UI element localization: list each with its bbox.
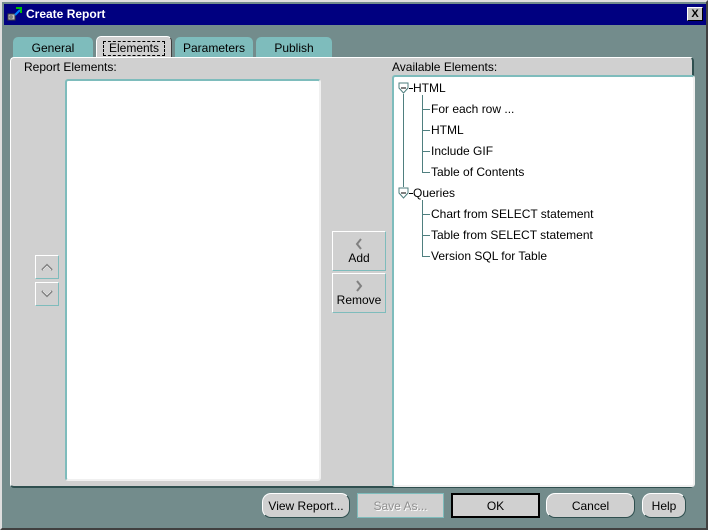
tree-node[interactable]: For each row ... [431, 102, 514, 116]
available-elements-label: Available Elements: [392, 60, 498, 74]
add-button[interactable]: Add [332, 231, 386, 271]
chevron-up-icon [41, 263, 53, 271]
chevron-right-icon [356, 279, 363, 292]
remove-button[interactable]: Remove [332, 273, 386, 313]
cancel-label: Cancel [571, 498, 610, 513]
tree-node[interactable]: Table of Contents [431, 165, 524, 179]
tools-icon [7, 7, 23, 22]
tab-label: General [31, 41, 75, 55]
save-as-label: Save As... [373, 498, 428, 513]
tree-node[interactable]: Chart from SELECT statement [431, 207, 594, 221]
chevron-down-icon [41, 290, 53, 298]
title-bar: Create Report X [4, 4, 706, 25]
tree-node-html-group[interactable]: HTML [413, 81, 446, 95]
tab-label: Elements [102, 41, 166, 56]
ok-label: OK [486, 498, 505, 513]
move-up-button[interactable] [35, 255, 59, 279]
remove-label: Remove [336, 292, 382, 307]
tree-node[interactable]: Table from SELECT statement [431, 228, 593, 242]
available-elements-tree[interactable]: HTML For each row ... HTML Include GIF T… [392, 75, 695, 487]
tree-node-queries-group[interactable]: Queries [413, 186, 455, 200]
close-icon: X [691, 7, 699, 20]
chevron-left-icon [355, 237, 362, 250]
report-elements-list[interactable] [65, 79, 321, 481]
tree-node[interactable]: HTML [431, 123, 464, 137]
help-button[interactable]: Help [642, 493, 686, 518]
tab-parameters[interactable]: Parameters [175, 37, 253, 59]
report-elements-label: Report Elements: [24, 60, 117, 74]
help-label: Help [651, 498, 677, 513]
window-title: Create Report [26, 7, 106, 21]
tree-node[interactable]: Version SQL for Table [431, 249, 547, 263]
move-down-button[interactable] [35, 282, 59, 306]
tab-label: Publish [274, 41, 314, 55]
collapse-queries-icon[interactable] [398, 187, 410, 200]
add-label: Add [348, 250, 370, 265]
view-report-label: View Report... [268, 498, 344, 513]
close-button[interactable]: X [687, 7, 703, 21]
tab-publish[interactable]: Publish [256, 37, 332, 59]
collapse-html-icon[interactable] [398, 82, 410, 95]
view-report-button[interactable]: View Report... [262, 493, 350, 518]
tab-general[interactable]: General [13, 37, 93, 59]
tab-label: Parameters [182, 41, 246, 55]
tree-node[interactable]: Include GIF [431, 144, 493, 158]
cancel-button[interactable]: Cancel [546, 493, 635, 518]
save-as-button[interactable]: Save As... [357, 493, 444, 518]
ok-button[interactable]: OK [451, 493, 540, 518]
